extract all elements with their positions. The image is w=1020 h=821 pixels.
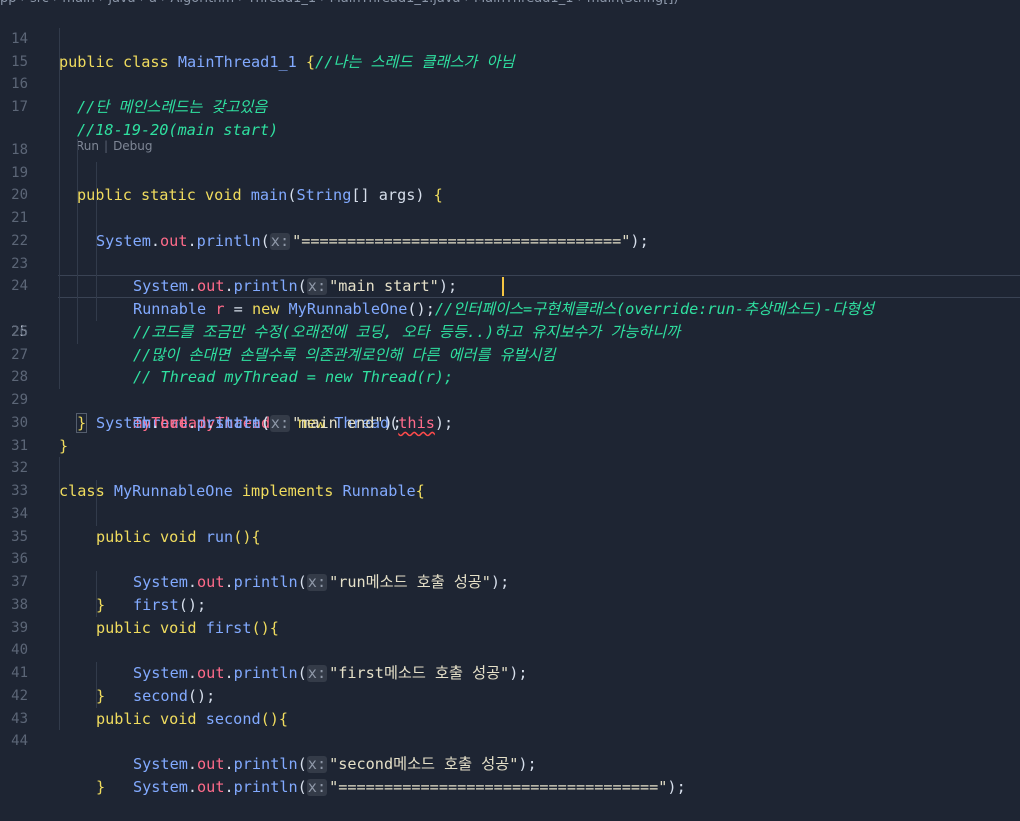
- codelens-row: Run | Debug: [0, 96, 1020, 153]
- field-ref: out: [197, 777, 225, 796]
- code-line: 33 public void run(){: [0, 457, 1020, 546]
- code-line: 26 myThread.start();: [0, 298, 1020, 432]
- dot: .: [187, 777, 198, 796]
- current-line: 25 Thread myThread = new Thread(this);: [0, 275, 1020, 432]
- code-line: 42 System.out.println(x: "second메소드 호출 성공…: [0, 662, 1020, 773]
- field-ref: out: [197, 755, 225, 773]
- dot: .: [224, 755, 234, 773]
- text-cursor: [502, 277, 504, 297]
- code-line: 19 System.out.println(x: "===============…: [0, 138, 1020, 250]
- brace: }: [96, 777, 106, 796]
- code-line: 30 }: [0, 389, 1020, 455]
- code-line: 35 first();: [0, 502, 1020, 614]
- paren: (: [297, 755, 307, 773]
- code-line: 31: [0, 412, 1020, 454]
- line-number: 44: [11, 733, 28, 750]
- code-line: 43 System.out.println(x: "===============…: [0, 684, 1020, 796]
- code-line: 32 class MyRunnableOne implements Runnab…: [0, 435, 1020, 500]
- code-line: 14 public class MainThread1_1 {//나는 스레드 …: [0, 5, 1020, 71]
- code-line: 37 public void first(){: [0, 548, 1020, 637]
- code-line: 29: [0, 366, 1020, 408]
- code-editor[interactable]: 14 public class MainThread1_1 {//나는 스레드 …: [0, 5, 1020, 796]
- code-line: 15 //단 메인스레드는 갖고있음: [0, 27, 1020, 116]
- inlay-hint: x:: [306, 777, 328, 796]
- code-line: 23 //많이 손대면 손댈수록 의존관계로인해 다른 에러를 유발시킴: [0, 229, 1020, 364]
- code-line: 39 second();: [0, 593, 1020, 705]
- code-line: 18 public static void main(String[] args…: [0, 116, 1020, 204]
- string-literal: "===================================": [329, 777, 668, 796]
- code-line: 34 System.out.println(x: "run메소드 호출 성공");: [0, 480, 1020, 591]
- class-ref: System: [133, 755, 188, 773]
- code-line: 22 //코드를 조금만 수정(오래전에 코딩, 오타 등등..)하고 유지보수…: [0, 207, 1020, 341]
- code-line: 41 public void second(){: [0, 639, 1020, 728]
- current-line-highlight: [58, 275, 1020, 298]
- code-line: 20 System.out.println(x: "main start");: [0, 161, 1020, 296]
- code-line: 40 }: [0, 616, 1020, 705]
- paren: (: [297, 777, 307, 796]
- class-ref: System: [133, 777, 188, 796]
- code-line: 28 }: [0, 343, 1020, 433]
- string-literal: "second메소드 호출 성공": [329, 755, 519, 773]
- method-call: println: [233, 755, 298, 773]
- inlay-hint: x:: [306, 755, 328, 773]
- code-line: 44 }: [0, 707, 1020, 796]
- code-line: 24 // Thread myThread = new Thread(r);: [0, 252, 1020, 386]
- punctuation: );: [667, 777, 686, 796]
- code-line: 38 System.out.println(x: "first메소드 호출 성공"…: [0, 571, 1020, 682]
- punctuation: );: [518, 755, 537, 773]
- dot: .: [224, 777, 234, 796]
- code-line: 17: [0, 73, 1020, 115]
- code-line: 21 Runnable r = new MyRunnableOne();//인터…: [0, 184, 1020, 318]
- code-line: 27 System.out.println(x: "main end");: [0, 320, 1020, 432]
- code-line: 36 }: [0, 525, 1020, 614]
- code-line: 16 //18-19-20(main start): [0, 50, 1020, 139]
- method-call: println: [233, 777, 298, 796]
- dot: .: [187, 755, 198, 773]
